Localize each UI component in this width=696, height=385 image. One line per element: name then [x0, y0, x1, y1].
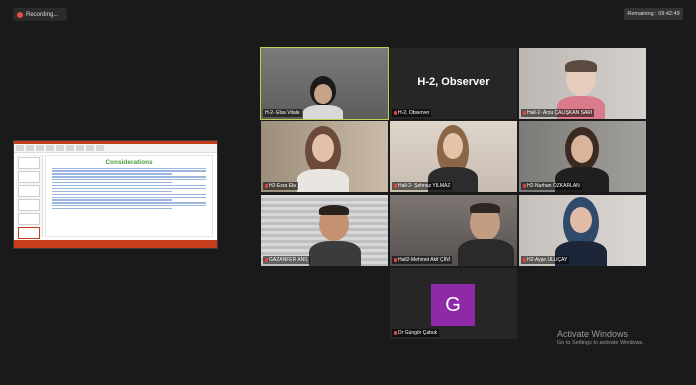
shared-screen[interactable]: Considerations: [13, 140, 218, 249]
mic-muted-icon: [394, 331, 397, 335]
participant-tile[interactable]: H2-Esra Ela: [261, 121, 388, 192]
mic-muted-icon: [394, 184, 397, 188]
recording-indicator[interactable]: Recording...: [13, 8, 67, 21]
participant-tile[interactable]: H2-Nurhan ÖZKARLAN: [519, 121, 646, 192]
participant-name: GAZANFER ANIL: [263, 256, 311, 264]
slide-thumbnails: [16, 155, 43, 239]
participant-name: H2-Ayşe ULUÇAY: [521, 256, 570, 264]
participant-name: H2-Nurhan ÖZKARLAN: [521, 182, 582, 190]
mic-muted-icon: [394, 111, 397, 115]
participant-name: Hall-2- Arzu ÇALIŞKAN SARI: [521, 109, 595, 117]
participant-tile[interactable]: Hall-2- Arzu ÇALIŞKAN SARI: [519, 48, 646, 119]
mic-muted-icon: [394, 258, 397, 262]
participant-name: H-2- Elsa Vitale: [263, 109, 302, 117]
participant-tile[interactable]: Hall-2- Şehnaz YILMAZ: [390, 121, 517, 192]
mic-muted-icon: [523, 111, 526, 115]
participant-name: Hall2-Mehmet Akif ÇİNİ: [392, 256, 452, 264]
participant-tile[interactable]: H-2- Elsa Vitale: [260, 47, 389, 120]
participant-name: H-2, Observer: [392, 109, 432, 117]
participant-tile[interactable]: Hall2-Mehmet Akif ÇİNİ: [390, 195, 517, 266]
mic-muted-icon: [523, 184, 526, 188]
current-slide: Considerations: [45, 155, 213, 237]
avatar: G: [431, 284, 475, 326]
record-icon: [17, 11, 23, 18]
recording-label: Recording...: [26, 11, 59, 18]
remaining-time: Remaining : 09:42:49: [624, 8, 683, 20]
activate-windows-watermark: Activate Windows Go to Settings to activ…: [557, 329, 644, 346]
mic-muted-icon: [523, 258, 526, 262]
mic-muted-icon: [265, 184, 268, 188]
participant-tile[interactable]: G Dr Güngör Çabuk: [390, 268, 517, 339]
ppt-ribbon: [14, 144, 217, 153]
observer-display-name: H-2, Observer: [417, 76, 490, 88]
slide-title: Considerations: [105, 159, 153, 166]
participant-tile[interactable]: H2-Ayşe ULUÇAY: [519, 195, 646, 266]
participant-name: Dr Güngör Çabuk: [392, 329, 440, 337]
ppt-statusbar: [14, 240, 217, 248]
participant-tile[interactable]: GAZANFER ANIL: [261, 195, 388, 266]
participant-name: H2-Esra Ela: [263, 182, 298, 190]
mic-muted-icon: [265, 258, 268, 262]
participant-name: Hall-2- Şehnaz YILMAZ: [392, 182, 453, 190]
participant-tile[interactable]: H-2, Observer H-2, Observer: [390, 48, 517, 119]
